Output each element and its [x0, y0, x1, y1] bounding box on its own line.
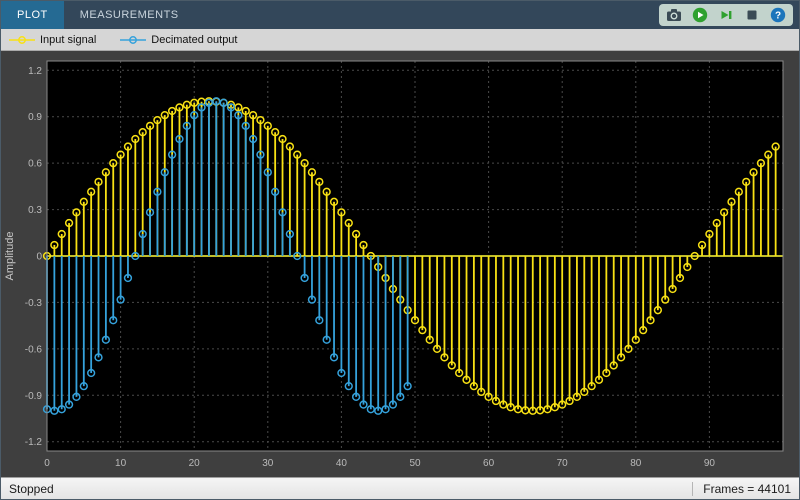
frames-count-text: Frames = 44101 [703, 481, 791, 496]
help-button[interactable]: ? [768, 5, 788, 25]
svg-text:30: 30 [262, 458, 274, 469]
plot-region: 0 10 20 30 40 50 60 70 80 90 -1.2 -0.9 -0.6 -0.3 0 0.3 0… [1, 51, 799, 477]
svg-text:0: 0 [44, 458, 50, 469]
step-forward-icon [721, 11, 732, 19]
svg-text:0.3: 0.3 [28, 205, 42, 216]
svg-text:60: 60 [483, 458, 495, 469]
simulation-status-text: Stopped [9, 481, 54, 496]
stop-icon [747, 10, 757, 20]
svg-text:90: 90 [704, 458, 716, 469]
svg-text:70: 70 [557, 458, 569, 469]
status-bar: Stopped Frames = 44101 [1, 477, 799, 499]
svg-text:Amplitude: Amplitude [4, 232, 16, 281]
legend: Input signal Decimated output [1, 29, 799, 51]
svg-text:-0.9: -0.9 [25, 391, 43, 402]
legend-label: Input signal [40, 33, 97, 46]
tab-bar: PLOT MEASUREMENTS [1, 1, 195, 29]
svg-text:50: 50 [409, 458, 421, 469]
svg-text:-1.2: -1.2 [25, 437, 43, 448]
svg-text:-0.3: -0.3 [25, 298, 43, 309]
svg-text:10: 10 [115, 458, 127, 469]
legend-item-decimated-output[interactable]: Decimated output [120, 34, 237, 46]
status-right: Frames = 44101 [692, 481, 791, 496]
scope-window: PLOT MEASUREMENTS ? Input signal Decimat… [0, 0, 800, 500]
step-forward-button[interactable] [716, 5, 736, 25]
svg-text:40: 40 [336, 458, 348, 469]
stop-button[interactable] [742, 5, 762, 25]
tab-plot[interactable]: PLOT [1, 1, 64, 29]
run-button[interactable] [690, 5, 710, 25]
simulation-controls: ? [659, 4, 793, 26]
legend-item-input-signal[interactable]: Input signal [9, 34, 96, 46]
question-icon: ? [770, 7, 786, 23]
toolstrip: PLOT MEASUREMENTS ? [1, 1, 799, 29]
toolstrip-spacer [195, 1, 659, 29]
tab-measurements[interactable]: MEASUREMENTS [64, 1, 195, 29]
legend-marker-decimated-output [120, 35, 147, 44]
camera-icon [667, 9, 681, 21]
svg-text:20: 20 [189, 458, 201, 469]
legend-label: Decimated output [151, 33, 238, 46]
plot-canvas[interactable]: 0 10 20 30 40 50 60 70 80 90 -1.2 -0.9 -0.6 -0.3 0 0.3 0… [1, 51, 799, 477]
snapshot-button[interactable] [664, 5, 684, 25]
svg-text:0.6: 0.6 [28, 159, 42, 170]
svg-text:-0.6: -0.6 [25, 344, 43, 355]
svg-text:80: 80 [630, 458, 642, 469]
svg-text:?: ? [775, 10, 781, 21]
play-icon [692, 7, 708, 23]
status-divider [692, 481, 694, 496]
svg-text:1.2: 1.2 [28, 66, 42, 77]
svg-text:0.9: 0.9 [28, 112, 42, 123]
legend-marker-input-signal [9, 35, 35, 44]
svg-text:0: 0 [36, 252, 42, 263]
